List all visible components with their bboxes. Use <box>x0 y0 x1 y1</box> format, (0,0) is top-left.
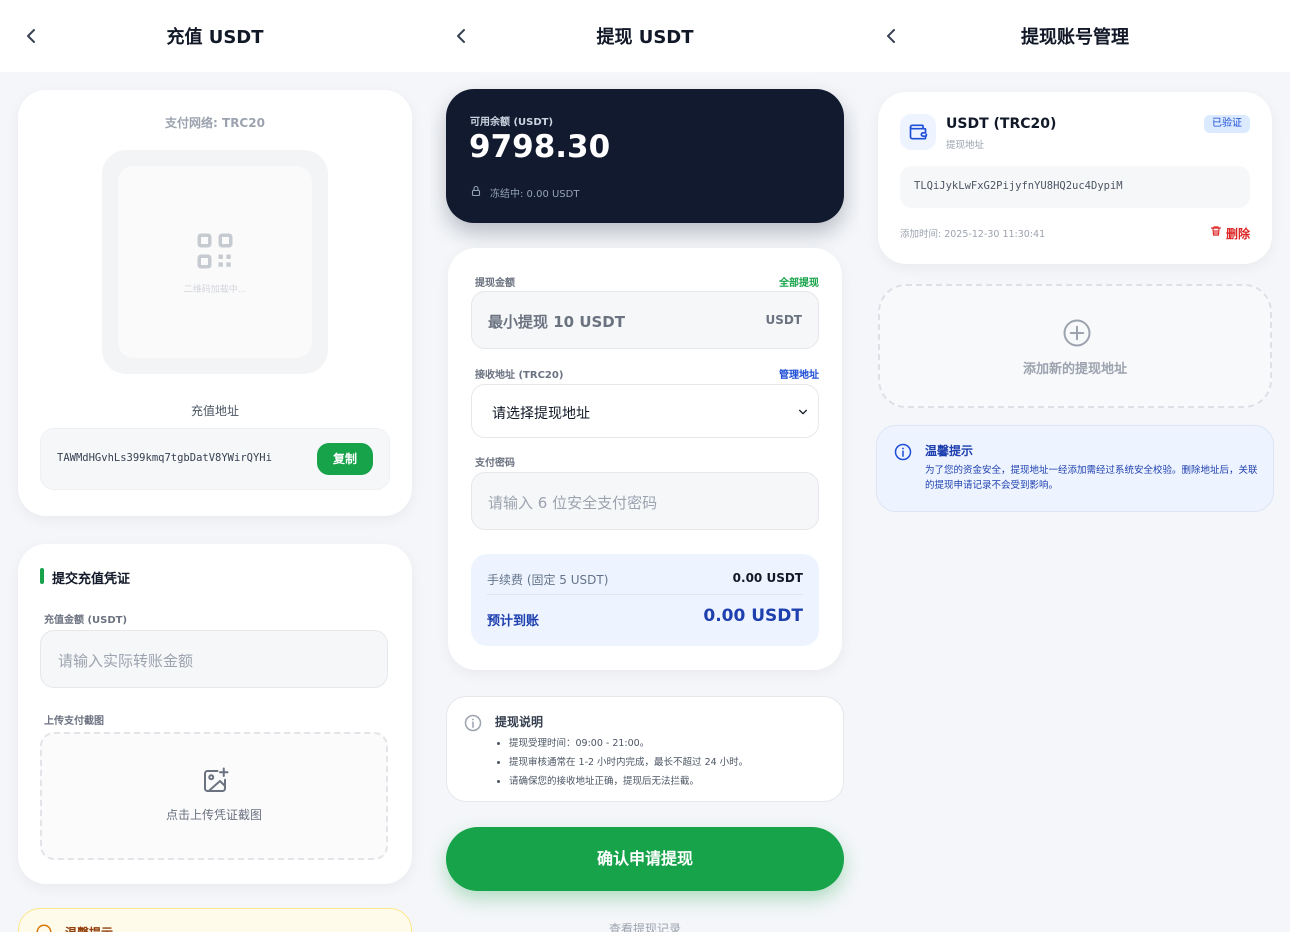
wallet-icon-bg <box>900 114 936 150</box>
account-name: USDT (TRC20) <box>946 116 1057 132</box>
amount-unit: USDT <box>765 313 802 327</box>
fee-label: 手续费 (固定 5 USDT) <box>487 573 609 587</box>
withdraw-screen: 提现 USDT 可用余额 (USDT) 9798.30 冻结中: 0.00 US… <box>430 0 860 932</box>
account-screen: 提现账号管理 USDT (TRC20) 提现地址 已验证 TLQiJykLwFx… <box>860 0 1290 932</box>
copy-button[interactable]: 复制 <box>317 443 373 475</box>
verified-badge: 已验证 <box>1204 115 1250 133</box>
notes-title: 提现说明 <box>495 715 544 729</box>
expected-value: 0.00 USDT <box>703 606 803 626</box>
withdraw-amount-label: 提现金额 <box>475 278 515 289</box>
account-tip-title: 温馨提示 <box>925 444 974 458</box>
receive-address-label: 接收地址 (TRC20) <box>475 370 564 381</box>
withdraw-form-card: 提现金额 全部提现 最小提现 10 USDT USDT 接收地址 (TRC20)… <box>448 248 842 670</box>
fee-value: 0.00 USDT <box>732 571 803 585</box>
deposit-amount-placeholder: 请输入实际转账金额 <box>58 652 194 670</box>
deposit-address-box: TAWMdHGvhLs399kmq7tgbDatV8YWirQYHi 复制 <box>40 428 390 490</box>
upload-label: 上传支付截图 <box>44 716 104 727</box>
withdraw-header: 提现 USDT <box>430 0 860 72</box>
warning-icon <box>36 924 52 932</box>
account-subtitle: 提现地址 <box>946 140 985 151</box>
account-tip-text: 为了您的资金安全，提现地址一经添加需经过系统安全校验。删除地址后，关联的提现申请… <box>925 465 1258 491</box>
submit-withdraw-button[interactable]: 确认申请提现 <box>446 827 844 891</box>
expected-label: 预计到账 <box>487 614 540 629</box>
note-item: 提现审核通常在 1-2 小时内完成，最长不超过 24 小时。 <box>509 753 748 772</box>
plus-circle-icon <box>1063 319 1091 347</box>
deposit-amount-input[interactable]: 请输入实际转账金额 <box>40 630 388 688</box>
info-icon <box>894 443 912 461</box>
chevron-down-icon <box>799 409 807 415</box>
deposit-tip-title: 温馨提示 <box>65 924 113 932</box>
balance-card: 可用余额 (USDT) 9798.30 冻结中: 0.00 USDT <box>446 89 844 223</box>
deposit-screen: 充值 USDT 支付网络: TRC20 二维码加载中... 充值地址 TAWMd… <box>0 0 430 932</box>
address-select[interactable]: 请选择提现地址 <box>471 384 819 438</box>
trash-icon <box>1210 226 1222 236</box>
section-accent <box>40 568 44 584</box>
info-icon <box>464 714 482 732</box>
password-label: 支付密码 <box>475 458 515 469</box>
account-card: USDT (TRC20) 提现地址 已验证 TLQiJykLwFxG2Pijyf… <box>878 92 1272 264</box>
qr-frame: 二维码加载中... <box>102 150 328 374</box>
account-address-box: TLQiJykLwFxG2PijyfnYU8HQ2uc4DypiM <box>900 166 1250 208</box>
proof-card: 提交充值凭证 充值金额 (USDT) 请输入实际转账金额 上传支付截图 点击上传… <box>18 544 412 884</box>
notes-list: 提现受理时间：09:00 - 21:00。 提现审核通常在 1-2 小时内完成，… <box>509 734 748 791</box>
page-title: 充值 USDT <box>166 27 264 48</box>
frozen-amount: 冻结中: 0.00 USDT <box>490 189 580 200</box>
proof-title: 提交充值凭证 <box>52 572 131 587</box>
chevron-left-icon[interactable] <box>450 24 474 48</box>
account-tip-card: 温馨提示 为了您的资金安全，提现地址一经添加需经过系统安全校验。删除地址后，关联… <box>876 425 1274 512</box>
deposit-amount-label: 充值金额 (USDT) <box>44 615 128 626</box>
add-address-button[interactable]: 添加新的提现地址 <box>878 284 1272 408</box>
add-address-label: 添加新的提现地址 <box>1022 362 1127 377</box>
delete-label: 删除 <box>1225 227 1250 241</box>
deposit-address[interactable]: TAWMdHGvhLs399kmq7tgbDatV8YWirQYHi <box>57 452 272 464</box>
address-select-value: 请选择提现地址 <box>492 406 590 422</box>
fee-summary: 手续费 (固定 5 USDT) 0.00 USDT 预计到账 0.00 USDT <box>471 554 819 646</box>
note-item: 提现受理时间：09:00 - 21:00。 <box>509 734 748 753</box>
history-link[interactable]: 查看提现记录 <box>430 920 860 932</box>
account-address[interactable]: TLQiJykLwFxG2PijyfnYU8HQ2uc4DypiM <box>914 180 1123 192</box>
qr-placeholder: 二维码加载中... <box>118 166 312 358</box>
wallet-icon <box>909 124 928 140</box>
divider <box>487 594 803 595</box>
withdraw-amount-input[interactable]: 最小提现 10 USDT USDT <box>471 291 819 349</box>
manage-address-link[interactable]: 管理地址 <box>779 366 819 381</box>
network-label: 支付网络: TRC20 <box>165 116 265 130</box>
withdraw-all-link[interactable]: 全部提现 <box>779 274 819 289</box>
page-title: 提现 USDT <box>596 27 694 48</box>
added-time: 添加时间: 2025-12-30 11:30:41 <box>900 229 1046 240</box>
deposit-qr-card: 支付网络: TRC20 二维码加载中... 充值地址 TAWMdHGvhLs39… <box>18 90 412 516</box>
page-title: 提现账号管理 <box>1021 27 1129 48</box>
account-header: 提现账号管理 <box>860 0 1290 72</box>
password-input[interactable]: 请输入 6 位安全支付密码 <box>471 472 819 530</box>
withdraw-notes: 提现说明 提现受理时间：09:00 - 21:00。 提现审核通常在 1-2 小… <box>446 696 844 802</box>
deposit-header: 充值 USDT <box>0 0 430 72</box>
upload-dropzone[interactable]: 点击上传凭证截图 <box>40 732 388 860</box>
qr-code-icon <box>197 233 233 269</box>
address-title: 充值地址 <box>190 404 239 418</box>
note-item: 请确保您的接收地址正确，提现后无法拦截。 <box>509 772 748 791</box>
balance-amount: 9798.30 <box>469 129 611 165</box>
upload-text: 点击上传凭证截图 <box>165 808 262 822</box>
lock-icon <box>471 185 481 197</box>
chevron-left-icon[interactable] <box>880 24 904 48</box>
password-placeholder: 请输入 6 位安全支付密码 <box>488 494 658 512</box>
balance-label: 可用余额 (USDT) <box>470 117 554 128</box>
chevron-left-icon[interactable] <box>20 24 44 48</box>
withdraw-amount-placeholder: 最小提现 10 USDT <box>488 313 625 331</box>
qr-loading-text: 二维码加载中... <box>183 285 247 295</box>
delete-button[interactable]: 删除 <box>1210 223 1250 241</box>
deposit-tip-card: 温馨提示 <box>18 908 412 932</box>
image-upload-icon <box>204 767 229 792</box>
